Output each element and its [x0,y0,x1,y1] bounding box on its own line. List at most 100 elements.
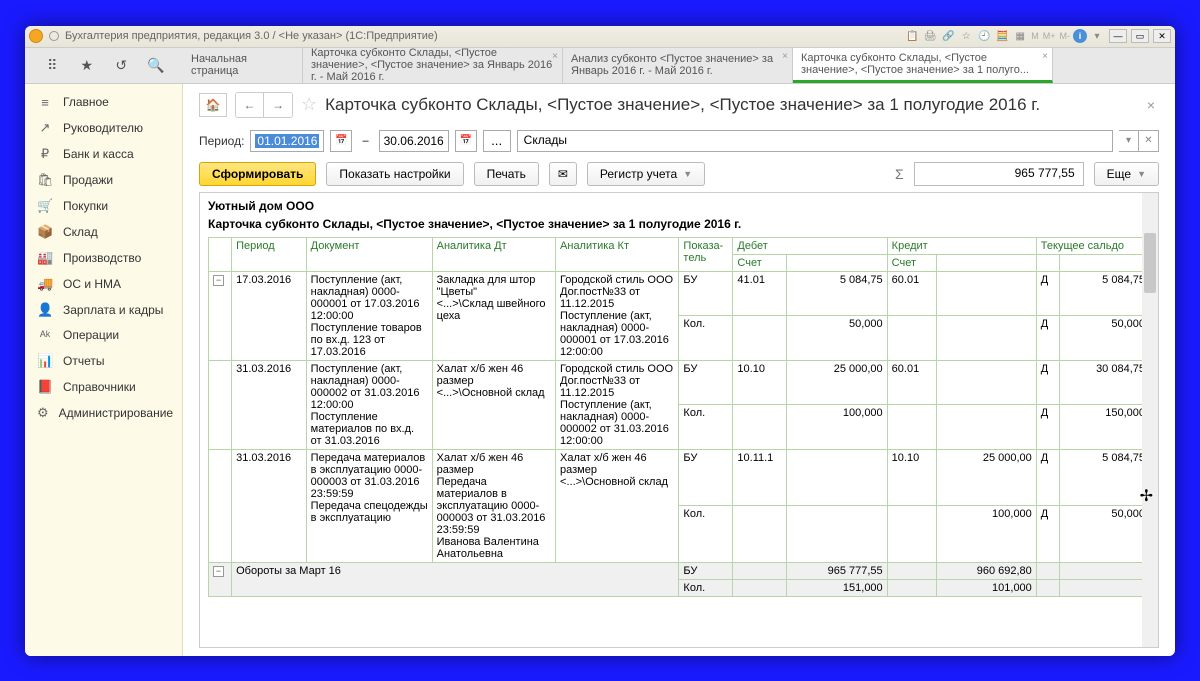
tb-grid-icon[interactable]: ▦ [1012,28,1028,44]
sidebar-item-0[interactable]: ≡Главное [25,90,182,115]
date-to-input[interactable]: 30.06.2016 [379,130,449,152]
sidebar-item-7[interactable]: 🚚 ОС и НМА [25,271,182,297]
table-row[interactable]: 31.03.2016Поступление (акт, накладная) 0… [209,360,1150,405]
subkonto-input[interactable]: Склады [517,130,1113,152]
tb-calc-icon[interactable]: 📋 [904,28,920,44]
table-row[interactable]: −17.03.2016Поступление (акт, накладная) … [209,271,1150,316]
nav-circle[interactable] [49,31,59,41]
tab-close-icon[interactable]: × [552,51,558,63]
sidebar-item-1[interactable]: ↗ Руководителю [25,115,182,141]
tb-star-icon[interactable]: ☆ [958,28,974,44]
sidebar-label: Зарплата и кадры [63,303,163,317]
sidebar-icon: 👤 [37,302,53,318]
totals-row[interactable]: −Обороты за Март 16БУ965 777,55960 692,8… [209,562,1150,579]
tab-close-icon[interactable]: × [1042,51,1048,63]
tab-label: Анализ субконто <Пустое значение> за Янв… [571,53,784,77]
col-credit: Кредит [887,237,1036,254]
sigma-icon: Σ [895,166,904,182]
info-icon[interactable]: i [1073,29,1087,43]
sidebar-label: Склад [63,225,98,239]
tab-close-icon[interactable]: × [782,51,788,63]
tb-clock-icon[interactable]: 🕘 [976,28,992,44]
calendar-to-button[interactable]: 📅 [455,130,477,152]
sidebar-icon: 📕 [37,379,53,395]
report-title: Карточка субконто Склады, <Пустое значен… [208,215,1150,237]
collapse-icon[interactable]: − [213,566,224,577]
back-button[interactable]: ← [236,93,264,117]
sidebar-icon: 🛒 [37,198,53,214]
dropdown-icon[interactable]: ▾ [1089,28,1105,44]
search-icon[interactable]: 🔍 [146,55,166,75]
sidebar-label: Администрирование [59,406,173,420]
tb-print-icon[interactable]: 🖨 [922,28,938,44]
maximize-button[interactable]: ▭ [1131,29,1149,43]
tab-label: Начальная страница [191,53,294,77]
table-row[interactable]: 31.03.2016Передача материалов в эксплуат… [209,449,1150,506]
tab-label: Карточка субконто Склады, <Пустое значен… [311,47,554,83]
vertical-scrollbar[interactable] [1142,193,1158,647]
close-page-button[interactable]: × [1143,93,1159,117]
star-nav-icon[interactable]: ★ [77,55,97,75]
col-an-kt: Аналитика Кт [556,237,679,271]
email-button[interactable]: ✉ [549,162,577,186]
history-icon[interactable]: ↺ [111,55,131,75]
tb-calc2-icon[interactable]: 🧮 [994,28,1010,44]
tb-link-icon[interactable]: 🔗 [940,28,956,44]
sidebar-label: Продажи [63,173,113,187]
sidebar-label: Производство [63,251,141,265]
mem-m[interactable]: M [1031,31,1039,41]
print-button[interactable]: Печать [474,162,539,186]
show-settings-button[interactable]: Показать настройки [326,162,463,186]
tab-analysis[interactable]: Анализ субконто <Пустое значение> за Янв… [563,48,793,83]
sidebar-item-6[interactable]: 🏭 Производство [25,245,182,271]
sidebar-item-9[interactable]: ᴬᵏОперации [25,323,182,348]
sum-display: 965 777,55 [914,162,1084,186]
tab-card2[interactable]: Карточка субконто Склады, <Пустое значен… [793,48,1053,83]
sidebar-label: Справочники [63,380,136,394]
sidebar: ≡Главное ↗ Руководителю ₽Банк и касса🛍Прода… [25,84,183,656]
home-button[interactable]: 🏠 [199,93,227,117]
sidebar-icon: ↗ [37,120,53,136]
window-title: Бухгалтерия предприятия, редакция 3.0 / … [65,30,904,42]
sidebar-label: Руководителю [63,121,143,135]
favorite-star-icon[interactable]: ☆ [301,94,317,115]
calendar-from-button[interactable]: 📅 [330,130,352,152]
sidebar-icon: ⚙ [37,405,49,421]
sidebar-label: Банк и касса [63,147,134,161]
col-an-dt: Аналитика Дт [432,237,555,271]
tab-card1[interactable]: Карточка субконто Склады, <Пустое значен… [303,48,563,83]
sidebar-item-8[interactable]: 👤 Зарплата и кадры [25,297,182,323]
period-picker-button[interactable]: ... [483,130,511,152]
scroll-thumb[interactable] [1144,233,1156,293]
tab-start[interactable]: Начальная страница [183,48,303,83]
sidebar-label: ОС и НМА [63,277,121,291]
subkonto-select-button[interactable]: ▾ [1119,130,1139,152]
col-saldo: Текущее сальдо [1036,237,1149,254]
close-window-button[interactable]: ✕ [1153,29,1171,43]
collapse-icon[interactable]: − [213,275,224,286]
mem-mminus[interactable]: M- [1060,31,1071,41]
sidebar-item-5[interactable]: 📦Склад [25,219,182,245]
sidebar-icon: 🏭 [37,250,53,266]
sidebar-item-4[interactable]: 🛒Покупки [25,193,182,219]
form-button[interactable]: Сформировать [199,162,316,186]
sidebar-label: Операции [63,328,119,342]
sidebar-icon: 🚚 [37,276,53,292]
date-from-input[interactable]: 01.01.2016 [250,130,324,152]
mem-mplus[interactable]: M+ [1043,31,1056,41]
sidebar-label: Отчеты [63,354,104,368]
minimize-button[interactable]: — [1109,29,1127,43]
sidebar-item-10[interactable]: 📊Отчеты [25,348,182,374]
more-button[interactable]: Еще▼ [1094,162,1159,186]
sidebar-label: Главное [63,95,109,109]
forward-button[interactable]: → [264,93,292,117]
sidebar-item-2[interactable]: ₽Банк и касса [25,141,182,167]
sidebar-item-12[interactable]: ⚙ Администрирование [25,400,182,426]
sidebar-item-11[interactable]: 📕 Справочники [25,374,182,400]
page-title: Карточка субконто Склады, <Пустое значен… [325,95,1135,115]
report-table: Период Документ Аналитика Дт Аналитика К… [208,237,1150,597]
register-button[interactable]: Регистр учета▼ [587,162,705,186]
sidebar-item-3[interactable]: 🛍Продажи [25,167,182,193]
apps-icon[interactable]: ⠿ [42,55,62,75]
subkonto-clear-button[interactable]: ✕ [1139,130,1159,152]
